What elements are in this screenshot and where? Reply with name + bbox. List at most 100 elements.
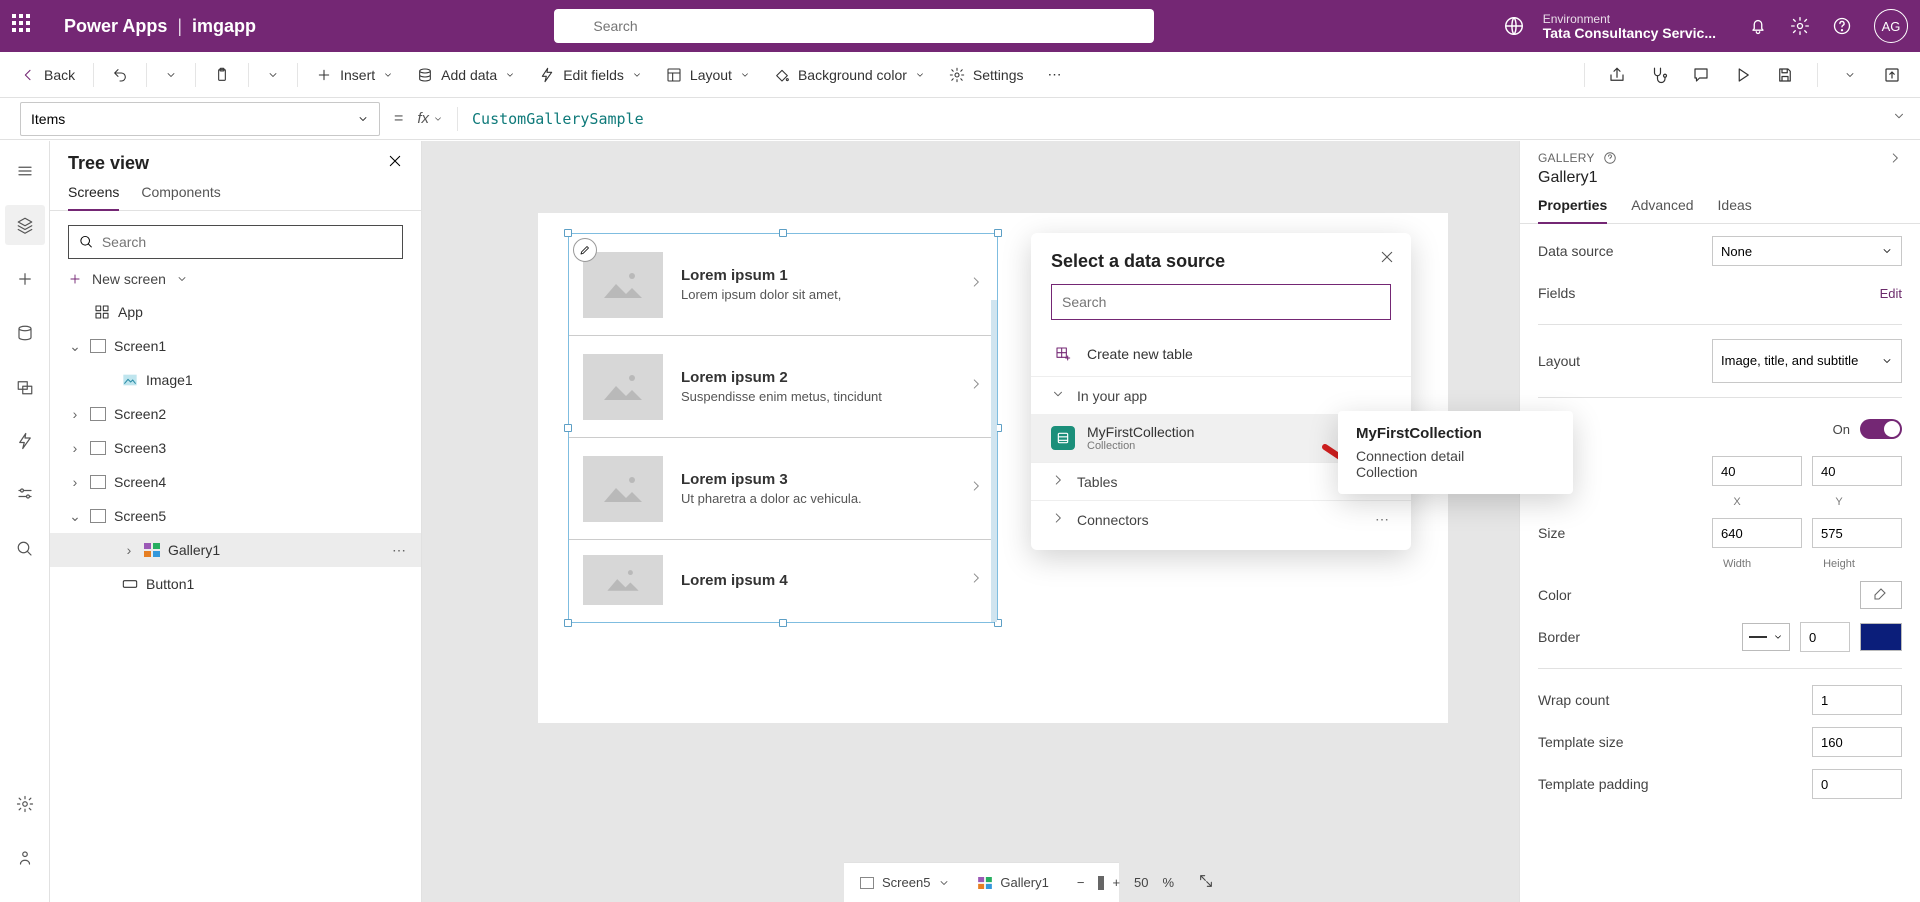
rail-media[interactable] [5,367,45,407]
prop-layout-value[interactable]: Image, title, and subtitle [1712,339,1902,383]
tab-ideas[interactable]: Ideas [1718,197,1752,223]
control-name[interactable]: Gallery1 [1520,169,1920,197]
breadcrumb-control[interactable]: Gallery1 [978,875,1048,890]
account-avatar[interactable]: AG [1874,9,1908,43]
chevron-right-icon[interactable] [969,571,983,590]
ds-popup-close[interactable] [1379,249,1395,270]
tree-item-screen3[interactable]: ›Screen3 [50,431,421,465]
tree-item-screen5[interactable]: ⌄Screen5 [50,499,421,533]
tree-search[interactable] [68,225,403,259]
tree-item-image1[interactable]: Image1 [50,363,421,397]
help-icon[interactable] [1832,16,1852,36]
undo-button[interactable] [102,61,138,89]
prop-border-style[interactable] [1742,623,1790,651]
tree-item-more[interactable]: ⋯ [392,542,407,559]
edit-fields-button[interactable]: Edit fields [529,61,652,89]
ds-connectors-more[interactable]: ⋯ [1375,511,1391,528]
gallery-item[interactable]: Lorem ipsum 1Lorem ipsum dolor sit amet, [569,234,997,336]
chevron-right-icon[interactable] [969,377,983,396]
prop-fields-edit[interactable]: Edit [1880,286,1902,301]
tree-item-gallery1[interactable]: › Gallery1 ⋯ [50,533,421,567]
zoom-in[interactable]: + [1112,875,1120,890]
app-checker-button[interactable] [1641,57,1677,93]
fit-to-screen[interactable] [1198,873,1214,892]
rail-flows[interactable] [5,421,45,461]
paste-button[interactable] [204,61,240,89]
breadcrumb-screen[interactable]: Screen5 [860,875,950,890]
insert-button[interactable]: Insert [306,61,403,89]
settings-gear-icon[interactable] [1790,16,1810,36]
tab-properties[interactable]: Properties [1538,197,1607,223]
formula-input[interactable] [466,102,1878,136]
publish-button[interactable] [1874,57,1910,93]
rail-data[interactable] [5,313,45,353]
prop-template-size[interactable] [1812,727,1902,757]
prop-width[interactable] [1712,518,1802,548]
prop-border-color[interactable] [1860,623,1902,651]
screen-canvas[interactable]: Lorem ipsum 1Lorem ipsum dolor sit amet,… [538,213,1448,723]
save-button[interactable] [1767,57,1803,93]
rail-settings[interactable] [5,784,45,824]
undo-menu[interactable] [155,63,187,87]
ds-search[interactable] [1051,284,1391,320]
prop-visible-toggle[interactable] [1860,419,1902,439]
prop-height[interactable] [1812,518,1902,548]
zoom-out[interactable]: − [1077,875,1085,890]
preview-button[interactable] [1725,57,1761,93]
add-data-button[interactable]: Add data [407,61,525,89]
ds-create-table[interactable]: Create new table [1031,332,1411,376]
property-selector[interactable]: Items [20,102,380,136]
tab-advanced[interactable]: Advanced [1631,197,1693,223]
ds-group-connectors[interactable]: Connectors ⋯ [1031,501,1411,538]
tree-item-screen2[interactable]: ›Screen2 [50,397,421,431]
rail-tree-view[interactable] [5,205,45,245]
save-menu[interactable] [1832,57,1868,93]
rail-virtual-agent[interactable] [5,838,45,878]
prop-border-width[interactable] [1800,622,1850,652]
notifications-icon[interactable] [1748,16,1768,36]
tree-item-screen1[interactable]: ⌄Screen1 [50,329,421,363]
tree-view-close[interactable] [387,153,403,174]
layout-button[interactable]: Layout [656,61,760,89]
edit-template-button[interactable] [573,238,597,262]
rail-tools[interactable] [5,475,45,515]
back-button[interactable]: Back [10,61,85,89]
background-color-button[interactable]: Background color [764,61,935,89]
rail-hamburger[interactable] [5,151,45,191]
tab-components[interactable]: Components [141,184,220,210]
ds-search-input[interactable] [1062,294,1380,310]
settings-button[interactable]: Settings [939,61,1034,89]
prop-template-padding[interactable] [1812,769,1902,799]
share-button[interactable] [1599,57,1635,93]
help-icon[interactable] [1603,151,1617,165]
gallery-item[interactable]: Lorem ipsum 4 [569,540,997,620]
global-search-input[interactable] [593,18,1140,34]
prop-data-source-value[interactable]: None [1712,236,1902,266]
chevron-right-icon[interactable] [969,479,983,498]
tab-screens[interactable]: Screens [68,184,119,210]
ds-group-in-your-app[interactable]: In your app [1031,377,1411,414]
prop-color-button[interactable] [1860,581,1902,609]
tree-item-screen4[interactable]: ›Screen4 [50,465,421,499]
new-screen-button[interactable]: New screen [68,271,403,287]
paste-menu[interactable] [257,63,289,87]
rail-search[interactable] [5,529,45,569]
environment-picker[interactable]: Environment Tata Consultancy Servic... [1543,12,1716,40]
chevron-right-icon[interactable] [1888,151,1902,165]
fx-label[interactable]: fx [417,110,443,127]
gallery-item[interactable]: Lorem ipsum 2Suspendisse enim metus, tin… [569,336,997,438]
canvas-area[interactable]: Lorem ipsum 1Lorem ipsum dolor sit amet,… [422,141,1520,902]
brand-name[interactable]: Power Apps [64,16,167,37]
tree-item-button1[interactable]: Button1 [50,567,421,601]
global-search[interactable] [554,9,1154,43]
overflow-button[interactable]: ⋯ [1038,60,1072,89]
rail-insert[interactable] [5,259,45,299]
prop-wrap-count[interactable] [1812,685,1902,715]
tree-item-app[interactable]: App [50,295,421,329]
gallery-control[interactable]: Lorem ipsum 1Lorem ipsum dolor sit amet,… [568,233,998,623]
prop-position-y[interactable] [1812,456,1902,486]
comments-button[interactable] [1683,57,1719,93]
prop-position-x[interactable] [1712,456,1802,486]
chevron-right-icon[interactable] [969,275,983,294]
gallery-item[interactable]: Lorem ipsum 3Ut pharetra a dolor ac vehi… [569,438,997,540]
